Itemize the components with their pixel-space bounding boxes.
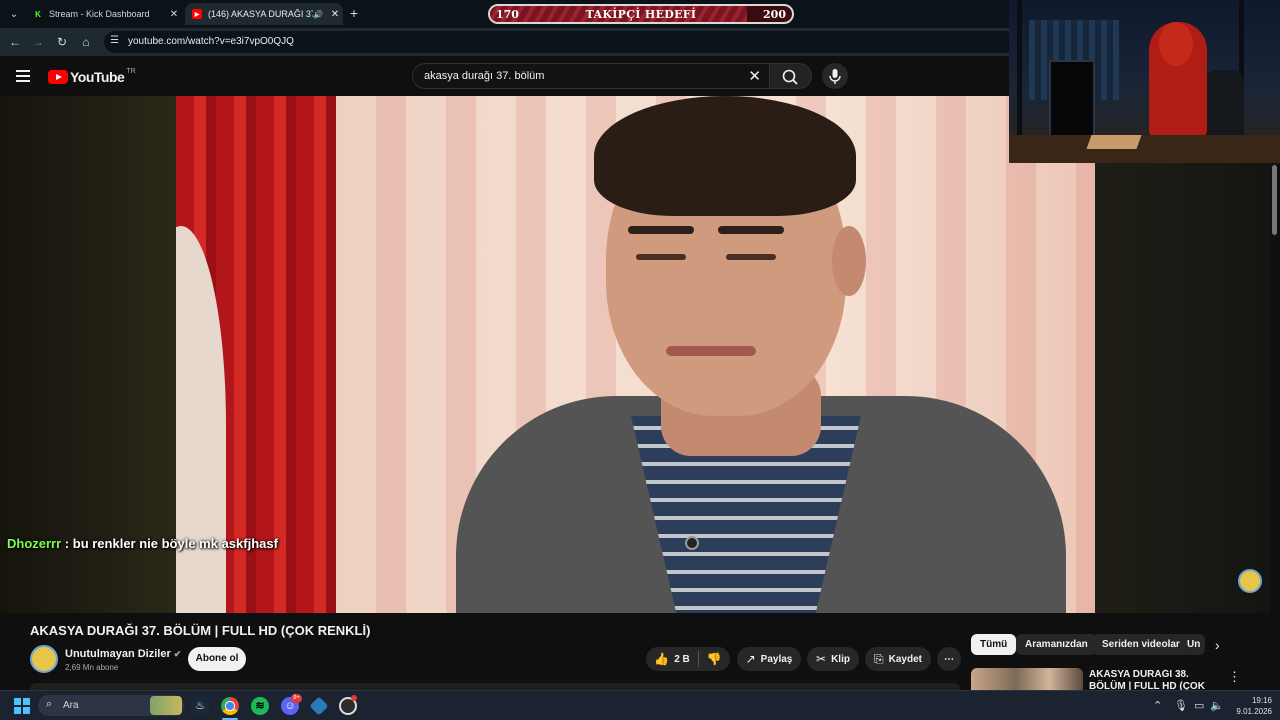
country-code: TR	[126, 67, 136, 75]
tab-youtube-video[interactable]: ▶ (146) AKASYA DURAĞI 37. B 🔊 ✕	[185, 3, 343, 25]
windows-taskbar: ⌕ Ara ♨ ≋ ☺ 9+ ⌃ 🎙 ▭ 🔈 19:16 9.01.2026	[0, 690, 1280, 720]
notification-badge: 9+	[291, 694, 302, 703]
spotify-icon[interactable]: ≋	[251, 697, 269, 715]
share-label: Paylaş	[760, 653, 793, 665]
back-arrow-icon[interactable]: ←	[7, 34, 23, 50]
thumbs-down-icon[interactable]: 👎	[707, 652, 722, 666]
webcam-overlay	[1009, 0, 1280, 163]
chat-separator: :	[61, 536, 73, 551]
share-button[interactable]: ↗ Paylaş	[737, 647, 801, 671]
steam-icon[interactable]: ♨	[191, 697, 209, 715]
channel-watermark[interactable]	[1238, 569, 1262, 593]
home-icon[interactable]: ⌂	[78, 34, 94, 50]
windows-start-icon[interactable]	[14, 698, 30, 714]
scrollbar-thumb[interactable]	[1272, 165, 1277, 235]
related-video-title[interactable]: AKASYA DURAĞI 38. BÖLÜM | FULL HD (ÇOK R…	[1089, 669, 1224, 690]
thumbs-up-icon[interactable]: 👍	[654, 652, 669, 666]
taskbar-search-placeholder: Ara	[63, 700, 79, 711]
verified-icon: ✔	[173, 649, 182, 659]
clock-time: 19:16	[1251, 696, 1272, 705]
chevron-up-icon[interactable]: ⌃	[1153, 699, 1162, 712]
chip-all[interactable]: Tümü	[971, 634, 1017, 655]
follower-goal-bar: 170 TAKİPÇİ HEDEFİ 200	[488, 4, 794, 24]
tab-title: (146) AKASYA DURAĞI 37. B	[208, 9, 313, 19]
volume-icon[interactable]: 🔈	[1210, 699, 1224, 712]
chip-channel[interactable]: Un	[1183, 634, 1205, 655]
channel-name-text: Unutulmayan Diziler	[65, 648, 171, 660]
next-section-edge	[30, 683, 960, 690]
chrome-icon[interactable]	[221, 697, 239, 715]
bookmark-icon: ⎘	[874, 651, 884, 666]
video-player[interactable]: Dhozerrr : bu renkler nie böyle mk askfj…	[0, 96, 1280, 613]
taskbar-search[interactable]: ⌕ Ara	[38, 695, 184, 716]
forward-arrow-icon[interactable]: →	[30, 34, 46, 50]
kick-icon: K	[35, 9, 41, 19]
more-vertical-icon[interactable]: ⋮	[1228, 669, 1241, 685]
microphone-icon[interactable]: 🎙	[1174, 699, 1188, 712]
chip-from-series[interactable]: Seriden videolar	[1093, 634, 1189, 655]
chip-from-search[interactable]: Aramanızdan	[1016, 634, 1097, 655]
tab-kick-dashboard[interactable]: K Stream - Kick Dashboard ✕	[26, 3, 182, 25]
related-video-thumbnail[interactable]	[971, 668, 1083, 690]
network-icon[interactable]: ▭	[1194, 699, 1204, 712]
clip-button[interactable]: ✂ Klip	[807, 647, 859, 671]
tab-search-chevron-icon[interactable]: ⌄	[5, 5, 23, 23]
subscribe-button[interactable]: Abone ol	[188, 647, 246, 671]
search-button[interactable]	[770, 63, 812, 89]
youtube-logo[interactable]: YouTube TR	[48, 67, 136, 85]
microphone-icon	[829, 69, 841, 84]
chat-username: Dhozerrr	[7, 536, 62, 551]
clear-search-icon[interactable]: ✕	[748, 67, 761, 85]
actor	[456, 96, 1066, 613]
voice-search-button[interactable]	[822, 63, 848, 89]
goal-target: 200	[763, 8, 786, 21]
new-tab-button[interactable]: +	[346, 5, 362, 21]
like-count[interactable]: 2 B	[674, 654, 690, 665]
search-icon: ⌕	[46, 698, 53, 710]
video-frame	[176, 96, 1095, 613]
close-icon[interactable]: ✕	[166, 9, 182, 20]
more-horizontal-icon: ⋯	[944, 653, 954, 665]
player-right-background	[1094, 96, 1280, 613]
save-button[interactable]: ⎘ Kaydet	[865, 647, 931, 671]
video-info: AKASYA DURAĞI 37. BÖLÜM | FULL HD (ÇOK R…	[0, 613, 1280, 690]
like-dislike-group: 👍 2 B 👎	[646, 647, 730, 671]
recording-dot-icon	[351, 695, 357, 701]
more-actions-button[interactable]: ⋯	[937, 647, 961, 671]
search-query: akasya durağı 37. bölüm	[424, 70, 545, 82]
youtube-icon: ▶	[192, 9, 202, 19]
site-info-icon[interactable]: ☰	[110, 35, 119, 46]
close-icon[interactable]: ✕	[327, 9, 343, 20]
channel-avatar[interactable]	[30, 645, 58, 673]
logo-text: YouTube	[70, 69, 125, 85]
subscriber-count: 2,69 Mn abone	[65, 663, 119, 672]
chevron-right-icon[interactable]: ›	[1215, 637, 1220, 653]
stream-chat-message: Dhozerrr : bu renkler nie böyle mk askfj…	[7, 536, 278, 551]
clock-date: 9.01.2026	[1236, 707, 1272, 716]
chat-text: bu renkler nie böyle mk askfjhasf	[72, 536, 278, 551]
tab-title: Stream - Kick Dashboard	[49, 9, 150, 19]
speaker-icon[interactable]: 🔊	[313, 10, 323, 19]
reload-icon[interactable]: ↻	[54, 34, 70, 50]
youtube-play-icon	[48, 70, 68, 84]
scissors-icon: ✂	[816, 652, 827, 666]
page-scrollbar[interactable]	[1270, 165, 1280, 613]
search-highlight-image	[150, 696, 182, 715]
menu-icon[interactable]	[16, 70, 30, 82]
search-icon	[782, 69, 798, 85]
share-icon: ↗	[745, 652, 756, 666]
url-text: youtube.com/watch?v=e3i7vpO0QJQ	[128, 36, 294, 47]
clip-label: Klip	[831, 653, 850, 665]
app-icon[interactable]	[309, 696, 329, 716]
goal-label: TAKİPÇİ HEDEFİ	[585, 8, 697, 21]
save-label: Kaydet	[888, 653, 922, 665]
video-title: AKASYA DURAĞI 37. BÖLÜM | FULL HD (ÇOK R…	[30, 623, 371, 638]
system-clock[interactable]: 19:16 9.01.2026	[1232, 695, 1272, 717]
channel-name[interactable]: Unutulmayan Diziler ✔	[65, 648, 181, 660]
search-input[interactable]: akasya durağı 37. bölüm ✕	[412, 63, 770, 89]
